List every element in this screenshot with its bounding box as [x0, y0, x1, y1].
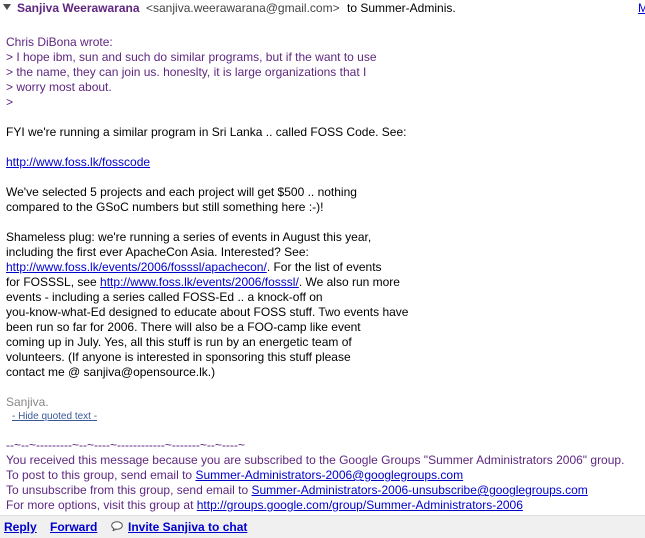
body-text: events - including a series called FOSS-… — [6, 290, 323, 304]
chat-bubble-icon[interactable] — [111, 521, 123, 531]
quoted-line: > worry most about. — [6, 80, 112, 94]
body-text: FYI we're running a similar program in S… — [6, 125, 407, 139]
invite-chat-link[interactable]: Invite Sanjiva to chat — [128, 520, 247, 534]
quoted-line: > — [6, 95, 14, 109]
body-text: We've selected 5 projects and each proje… — [6, 185, 357, 199]
body-text: you-know-what-Ed designed to educate abo… — [6, 305, 409, 319]
expand-caret-icon[interactable] — [3, 4, 11, 10]
fosscode-link[interactable]: http://www.foss.lk/fosscode — [6, 155, 150, 169]
group-url-link[interactable]: http://groups.google.com/group/Summer-Ad… — [197, 498, 523, 512]
message-header[interactable]: Sanjiva Weerawarana <sanjiva.weerawarana… — [0, 0, 645, 16]
signature: Sanjiva. — [6, 395, 49, 409]
unsubscribe-email-link[interactable]: Summer-Administrators-2006-unsubscribe@g… — [251, 483, 587, 497]
quoted-line: > I hope ibm, sun and such do similar pr… — [6, 50, 377, 64]
action-bar: Reply Forward Invite Sanjiva to chat — [0, 515, 645, 538]
footer-text: For more options, visit this group at — [6, 498, 197, 512]
body-text: for FOSSSL, see — [6, 275, 101, 289]
message-body: Chris DiBona wrote: > I hope ibm, sun an… — [6, 35, 641, 528]
quoted-line: > the name, they can join us. honeslty, … — [6, 65, 367, 79]
quote-attribution: Chris DiBona wrote: — [6, 35, 113, 49]
body-text: compared to the GSoC numbers but still s… — [6, 200, 324, 214]
body-text: including the first ever ApacheCon Asia.… — [6, 245, 309, 259]
footer-text: To unsubscribe from this group, send ema… — [6, 483, 252, 497]
body-text: volunteers. (If anyone is interested in … — [6, 350, 351, 364]
apachecon-link[interactable]: http://www.foss.lk/events/2006/fosssl/ap… — [6, 260, 267, 274]
body-text: . For the list of events — [266, 260, 382, 274]
hide-quoted-text-link[interactable]: - Hide quoted text - — [12, 410, 641, 423]
body-text: been run so far for 2006. There will als… — [6, 320, 361, 334]
recipients: to Summer-Adminis. — [347, 1, 456, 15]
more-options-link[interactable]: M — [638, 0, 645, 16]
sender-email: <sanjiva.weerawarana@gmail.com> — [146, 1, 340, 15]
body-text: . We also run more — [298, 275, 400, 289]
footer-text: To post to this group, send email to — [6, 468, 196, 482]
footer-text: You received this message because you ar… — [6, 453, 625, 467]
body-text: contact me @ sanjiva@opensource.lk.) — [6, 365, 216, 379]
footer-divider: --~--~---------~--~----~------------~---… — [6, 438, 245, 452]
body-text: Shameless plug: we're running a series o… — [6, 230, 372, 244]
fosssl-link[interactable]: http://www.foss.lk/events/2006/fosssl/ — [100, 275, 299, 289]
sender-name[interactable]: Sanjiva Weerawarana — [17, 0, 140, 16]
forward-link[interactable]: Forward — [50, 520, 97, 534]
post-email-link[interactable]: Summer-Administrators-2006@googlegroups.… — [195, 468, 463, 482]
reply-link[interactable]: Reply — [4, 520, 37, 534]
body-text: coming up in July. Yes, all this stuff i… — [6, 335, 352, 349]
